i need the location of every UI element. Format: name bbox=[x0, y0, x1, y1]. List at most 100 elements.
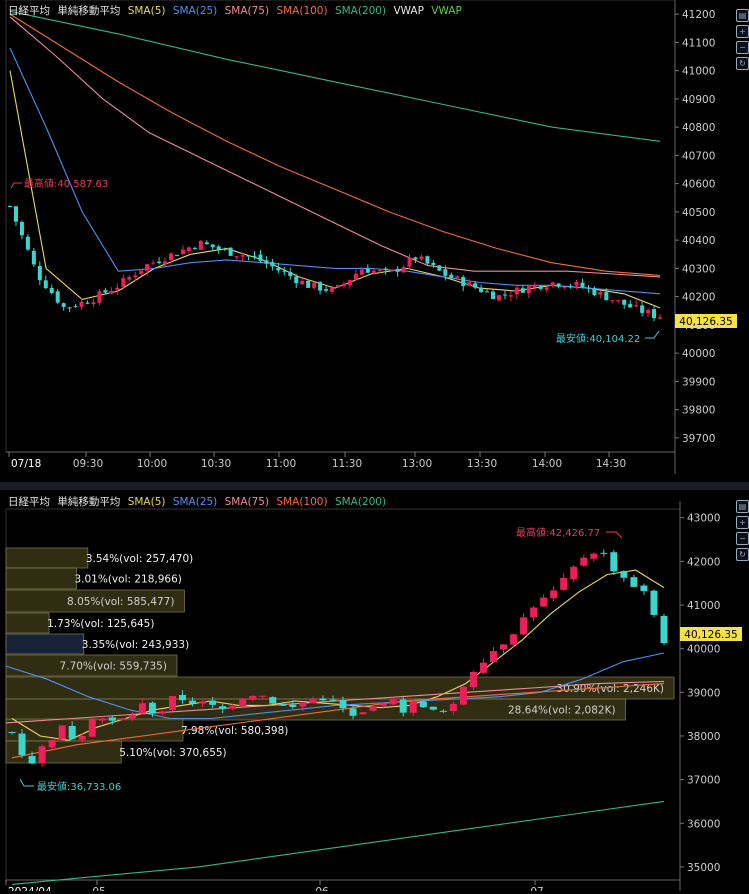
chart-type-icon[interactable]: ▤ bbox=[736, 9, 749, 22]
candle-body bbox=[359, 712, 367, 715]
candle-body bbox=[371, 270, 376, 274]
candle-body bbox=[204, 242, 209, 245]
volume-profile-label: 28.64%(vol: 2,082K) bbox=[508, 705, 616, 717]
legend-item[interactable]: SMA(25) bbox=[173, 5, 217, 17]
candle-body bbox=[473, 283, 478, 288]
candle-body bbox=[365, 268, 370, 273]
low-pointer bbox=[645, 330, 660, 339]
legend-item[interactable]: SMA(25) bbox=[173, 496, 217, 508]
y-tick-label: 40200 bbox=[682, 292, 715, 304]
candle-body bbox=[628, 304, 633, 308]
volume-profile-label: 5.10%(vol: 370,655) bbox=[119, 747, 226, 759]
candle-body bbox=[616, 299, 621, 301]
candle-body bbox=[600, 552, 608, 554]
high-price-label: 最高値:40,587.63 bbox=[24, 177, 108, 190]
candle-body bbox=[330, 287, 335, 292]
candle-body bbox=[562, 287, 567, 289]
chart-canvas[interactable]: 41200 41100 41000 40900 40800 40700 40600 40500… bbox=[0, 0, 749, 894]
candle-body bbox=[389, 698, 397, 705]
candle-body bbox=[620, 571, 628, 578]
x-tick-label: 05 bbox=[92, 886, 105, 891]
candle-body bbox=[98, 718, 106, 721]
zoom-out-icon[interactable]: − bbox=[736, 532, 749, 545]
chart-type-icon[interactable]: ▤ bbox=[736, 500, 749, 513]
candle-body bbox=[118, 718, 126, 721]
legend-item[interactable]: SMA(100) bbox=[276, 496, 327, 508]
candle-body bbox=[240, 255, 245, 257]
legend-item[interactable]: VWAP bbox=[393, 5, 424, 17]
y-tick-label: 41000 bbox=[687, 600, 720, 612]
legend-item[interactable]: VWAP bbox=[431, 5, 462, 17]
refresh-icon[interactable]: ↻ bbox=[736, 57, 749, 70]
x-tick-label: 09:30 bbox=[73, 458, 103, 470]
candle-body bbox=[377, 270, 382, 272]
price-tag: 40,126.35 bbox=[679, 316, 732, 328]
low-pointer bbox=[19, 778, 34, 787]
candle-body bbox=[288, 271, 293, 277]
legend-item[interactable]: SMA(200) bbox=[335, 5, 386, 17]
legend-item[interactable]: SMA(75) bbox=[225, 496, 269, 508]
candle-body bbox=[299, 702, 307, 707]
candle-body bbox=[103, 290, 108, 293]
zoom-in-icon[interactable]: + bbox=[736, 25, 749, 38]
candle-body bbox=[300, 280, 305, 285]
high-pointer bbox=[10, 182, 22, 189]
candle-body bbox=[279, 704, 287, 706]
candle-body bbox=[121, 278, 126, 287]
candle-body bbox=[335, 285, 340, 288]
candle-body bbox=[258, 254, 263, 261]
candle-body bbox=[31, 250, 36, 265]
candle-body bbox=[489, 651, 497, 663]
sma-line bbox=[9, 13, 661, 276]
y-tick-label: 39000 bbox=[687, 687, 720, 699]
candle-body bbox=[133, 275, 138, 278]
top-legend: 日経平均 単純移動平均 SMA(5) SMA(25) SMA(75) SMA(1… bbox=[8, 3, 466, 18]
zoom-in-icon[interactable]: + bbox=[736, 516, 749, 529]
candle-body bbox=[324, 289, 329, 291]
candle-body bbox=[467, 282, 472, 286]
candle-body bbox=[459, 686, 467, 705]
candle-body bbox=[49, 287, 54, 294]
candle-body bbox=[622, 299, 627, 305]
candle-body bbox=[209, 700, 217, 705]
candle-body bbox=[526, 286, 531, 294]
legend-item[interactable]: SMA(200) bbox=[335, 496, 386, 508]
candle-body bbox=[19, 221, 24, 236]
candle-body bbox=[55, 291, 60, 303]
y-tick-label: 40600 bbox=[682, 179, 715, 191]
y-tick-label: 40300 bbox=[682, 263, 715, 275]
candle-body bbox=[222, 248, 227, 250]
legend-item[interactable]: SMA(75) bbox=[225, 5, 269, 17]
candle-body bbox=[379, 703, 387, 706]
candle-body bbox=[309, 698, 317, 704]
y-tick-label: 40400 bbox=[682, 235, 715, 247]
candle-body bbox=[25, 236, 30, 250]
candle-body bbox=[401, 266, 406, 273]
candle-body bbox=[510, 634, 518, 645]
y-tick-label: 40700 bbox=[682, 150, 715, 162]
candle-body bbox=[8, 731, 16, 733]
candle-body bbox=[219, 706, 227, 709]
candle-body bbox=[646, 310, 651, 314]
y-tick-label: 36000 bbox=[687, 818, 720, 830]
candle-body bbox=[630, 577, 638, 587]
volume-profile-label: 3.35%(vol: 243,933) bbox=[82, 639, 189, 651]
candle-body bbox=[580, 282, 585, 288]
legend-item[interactable]: SMA(5) bbox=[128, 496, 166, 508]
refresh-icon[interactable]: ↻ bbox=[736, 548, 749, 561]
legend-item[interactable]: SMA(5) bbox=[128, 5, 166, 17]
candle-body bbox=[228, 247, 233, 256]
candle-body bbox=[109, 290, 114, 294]
y-tick-label: 35000 bbox=[687, 862, 720, 874]
candle-body bbox=[329, 699, 337, 701]
legend-item[interactable]: SMA(100) bbox=[276, 5, 327, 17]
candle-body bbox=[216, 246, 221, 250]
zoom-out-icon[interactable]: − bbox=[736, 41, 749, 54]
candle-body bbox=[108, 717, 116, 721]
candle-body bbox=[479, 287, 484, 292]
x-tick-label: 07 bbox=[530, 886, 543, 891]
sma-line bbox=[9, 16, 661, 278]
candle-body bbox=[508, 295, 513, 297]
x-tick-label: 11:30 bbox=[332, 458, 362, 470]
candle-body bbox=[556, 283, 561, 287]
